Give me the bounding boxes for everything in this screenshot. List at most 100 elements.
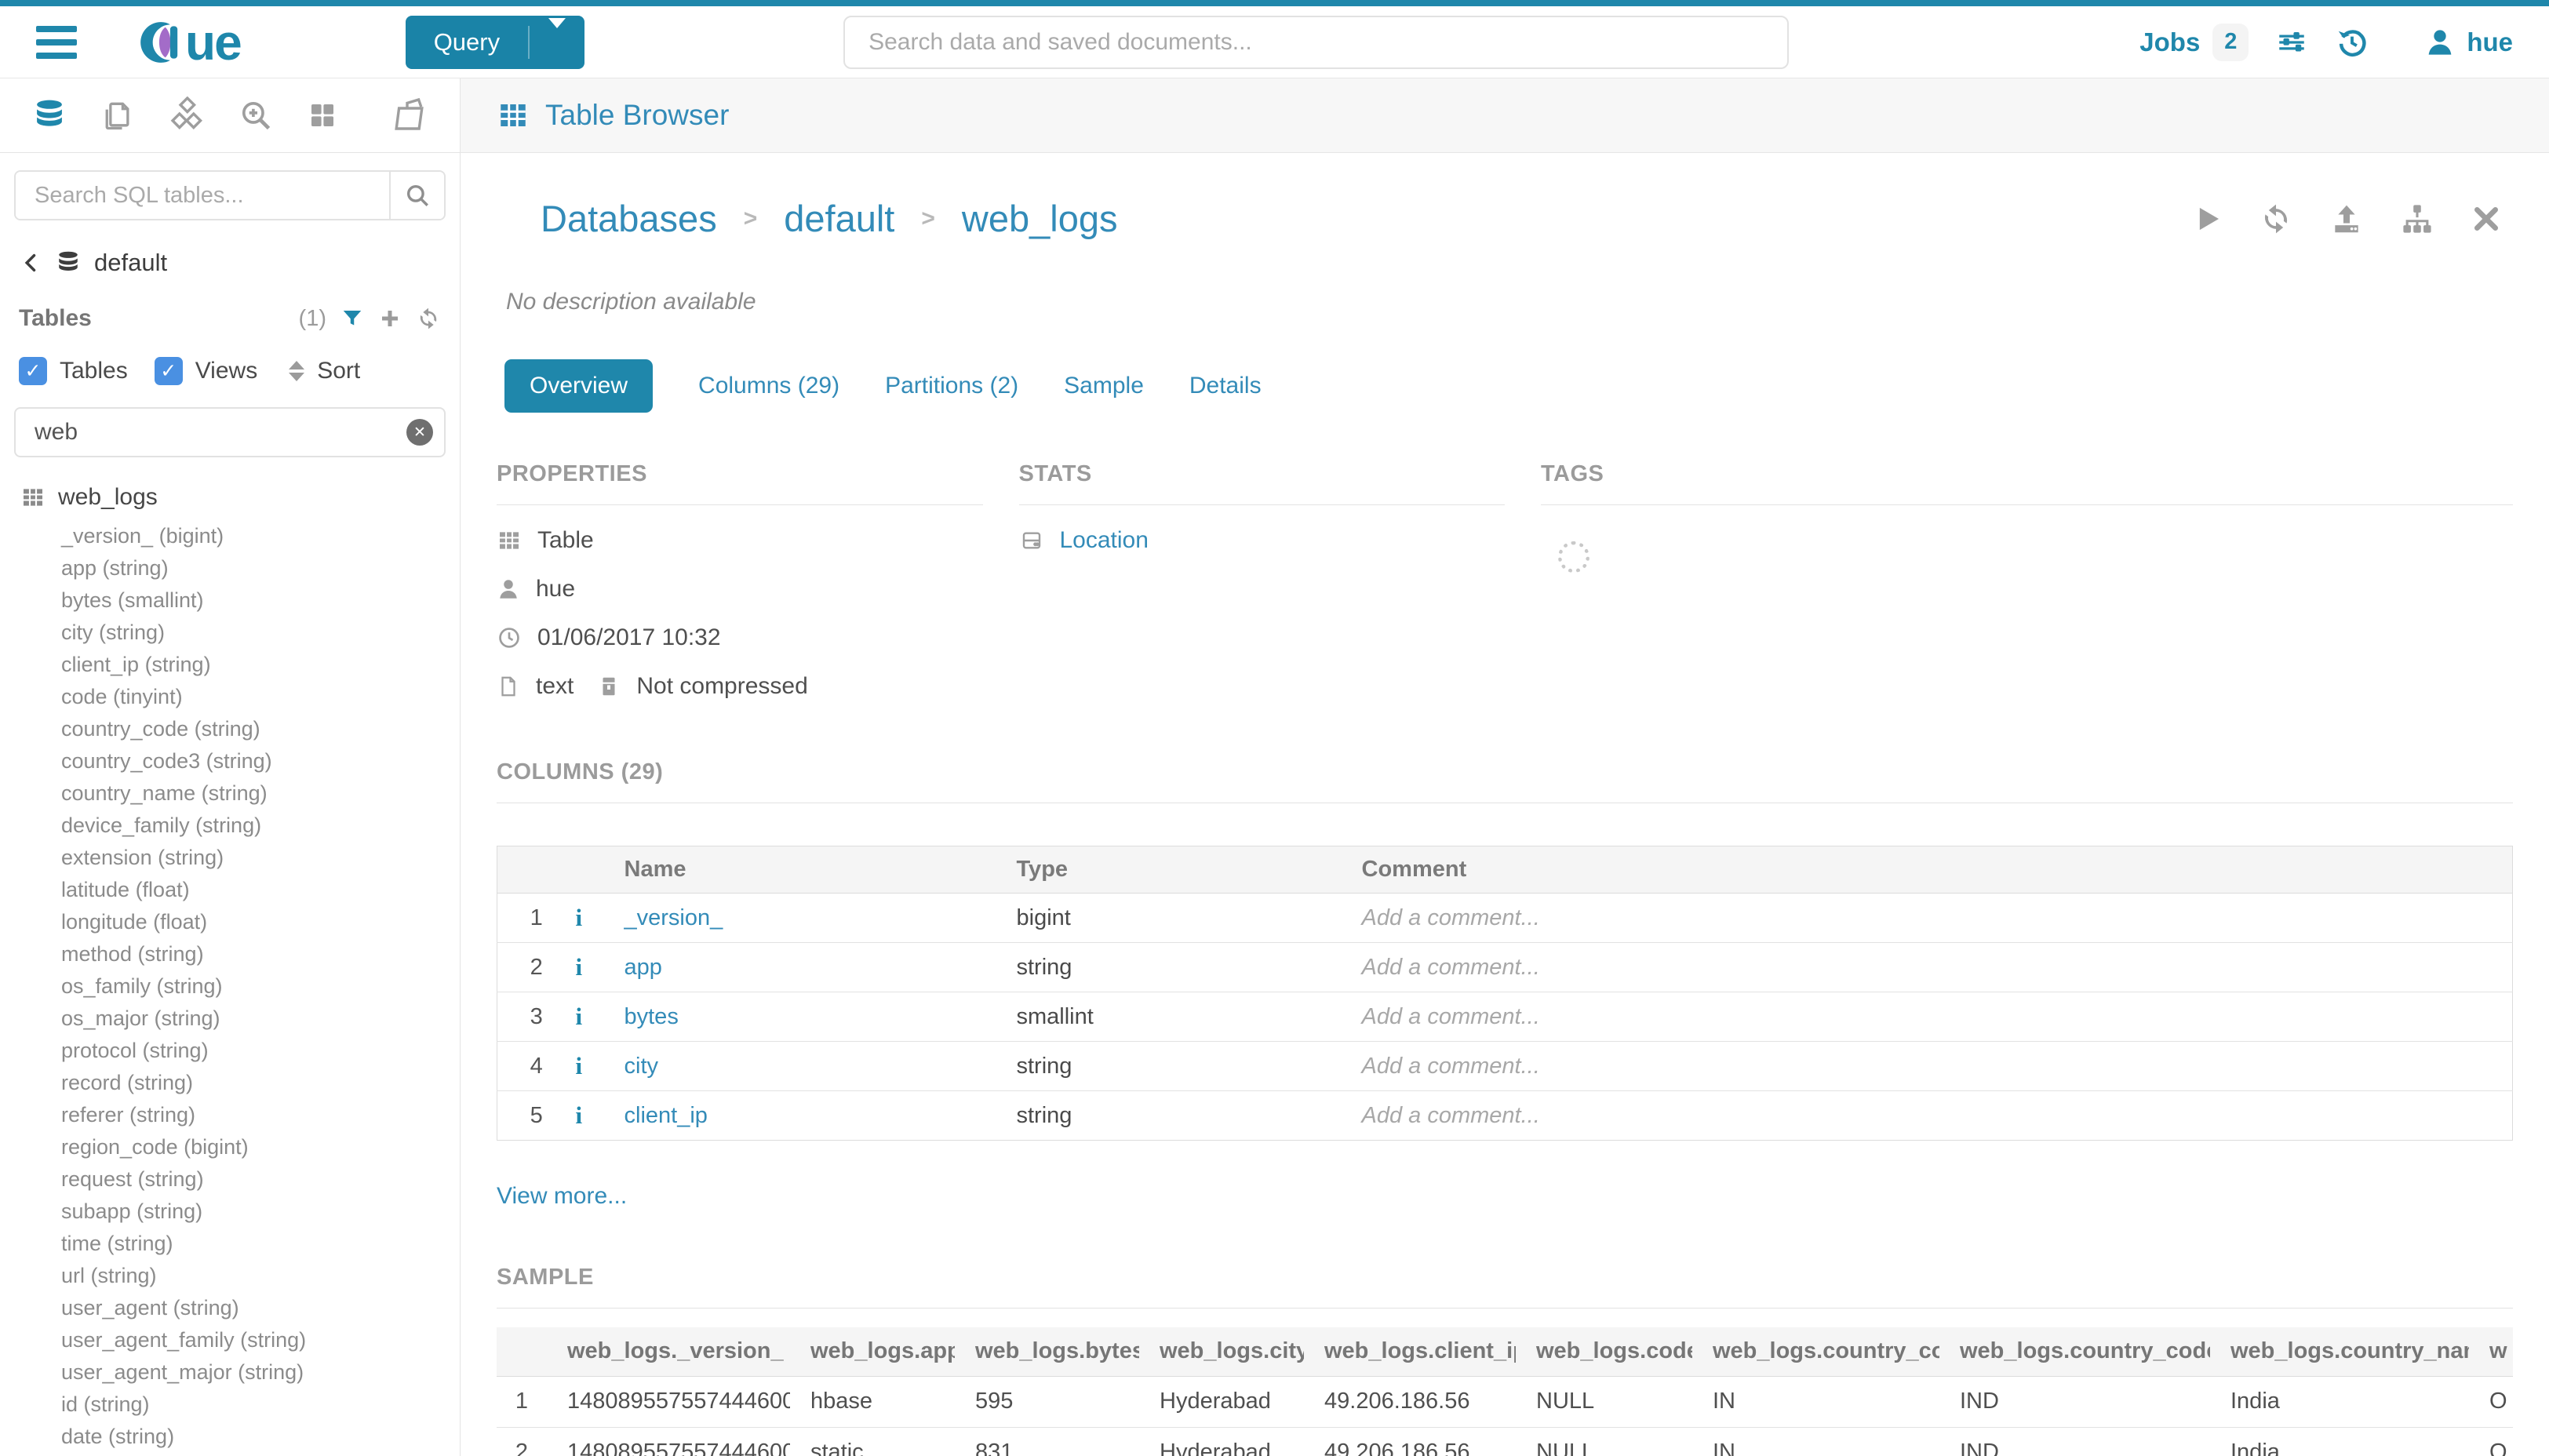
sidebar-column-item[interactable]: region_code (bigint) [14, 1131, 446, 1163]
hue-logo[interactable]: ue [137, 17, 241, 67]
documents-icon[interactable] [100, 98, 135, 133]
global-search-input[interactable] [843, 16, 1789, 69]
info-icon[interactable]: i [576, 1101, 583, 1129]
tables-checkbox[interactable]: ✓ [19, 357, 47, 385]
sidebar-column-item[interactable]: country_code3 (string) [14, 745, 446, 777]
view-more-link[interactable]: View more... [497, 1183, 627, 1210]
sidebar-column-item[interactable]: os_major (string) [14, 1003, 446, 1035]
views-checkbox[interactable]: ✓ [155, 357, 183, 385]
sidebar-column-item[interactable]: url (string) [14, 1260, 446, 1292]
sidebar-column-item[interactable]: user_agent (string) [14, 1292, 446, 1324]
column-name-link[interactable]: city [625, 1042, 1017, 1091]
sample-cell: NULL [1516, 1376, 1692, 1427]
sidebar-column-item[interactable]: code (tinyint) [14, 681, 446, 713]
sidebar-column-item[interactable]: _version_ (bigint) [14, 520, 446, 552]
sliders-icon[interactable] [2275, 26, 2308, 59]
filter-funnel-icon[interactable] [340, 307, 364, 330]
sidebar-column-item[interactable]: id (string) [14, 1389, 446, 1421]
zoom-in-icon[interactable] [239, 98, 273, 133]
query-dropdown-toggle[interactable] [530, 28, 584, 56]
sample-header-cell [497, 1327, 547, 1376]
refresh-icon[interactable] [416, 306, 441, 331]
sidebar-column-item[interactable]: os_family (string) [14, 970, 446, 1003]
tab-sample[interactable]: Sample [1064, 373, 1144, 399]
sidebar-column-item[interactable]: client_ip (string) [14, 649, 446, 681]
sidebar-column-item[interactable]: extension (string) [14, 842, 446, 874]
sidebar-column-item[interactable]: app (string) [14, 552, 446, 584]
breadcrumb-item[interactable]: web_logs [962, 197, 1118, 240]
upload-icon[interactable] [2329, 202, 2364, 236]
play-icon[interactable] [2191, 203, 2223, 235]
clear-filter-icon[interactable]: ✕ [406, 419, 433, 446]
jobs-link[interactable]: Jobs [2139, 27, 2200, 57]
column-name-link[interactable]: app [625, 943, 1017, 992]
info-icon[interactable]: i [576, 953, 583, 981]
column-comment-input[interactable]: Add a comment... [1362, 1091, 2513, 1141]
sidebar-column-item[interactable]: country_code (string) [14, 713, 446, 745]
apps-grid-icon[interactable] [306, 99, 339, 132]
column-comment-input[interactable]: Add a comment... [1362, 894, 2513, 943]
sidebar-column-item[interactable]: time (string) [14, 1228, 446, 1260]
folder-documents-icon[interactable] [391, 96, 428, 134]
breadcrumb-item[interactable]: Databases [541, 197, 717, 240]
column-index: 1 [497, 894, 576, 943]
sidebar-column-item[interactable]: bytes (smallint) [14, 584, 446, 617]
jobs-count-badge[interactable]: 2 [2212, 24, 2249, 61]
column-name-link[interactable]: client_ip [625, 1091, 1017, 1141]
column-type: bigint [1017, 894, 1362, 943]
sidebar-column-item[interactable]: record (string) [14, 1067, 446, 1099]
sidebar-column-item[interactable]: user_agent_family (string) [14, 1324, 446, 1356]
sidebar-column-item[interactable]: date (string) [14, 1421, 446, 1453]
search-icon[interactable] [389, 172, 444, 219]
info-icon[interactable]: i [576, 1003, 583, 1030]
sidebar-column-item[interactable]: referer (string) [14, 1099, 446, 1131]
info-icon[interactable]: i [576, 1052, 583, 1079]
sample-header-row: web_logs._version_web_logs.appweb_logs.b… [497, 1327, 2513, 1376]
menu-button[interactable] [36, 19, 77, 66]
sidebar-column-item[interactable]: city (string) [14, 617, 446, 649]
info-icon[interactable]: i [576, 904, 583, 931]
sidebar-column-item[interactable]: request (string) [14, 1163, 446, 1196]
breadcrumb-item[interactable]: default [784, 197, 894, 240]
sort-icon[interactable] [289, 361, 304, 381]
brand-top-line [0, 0, 2549, 6]
column-comment-input[interactable]: Add a comment... [1362, 992, 2513, 1042]
column-info-cell: i [576, 894, 625, 943]
close-icon[interactable] [2471, 203, 2502, 235]
cubes-icon[interactable] [168, 96, 206, 134]
sidebar-column-item[interactable]: country_name (string) [14, 777, 446, 810]
database-icon[interactable] [31, 97, 67, 133]
user-menu[interactable]: hue [2424, 27, 2513, 58]
sidebar-column-item[interactable]: latitude (float) [14, 874, 446, 906]
column-name-link[interactable]: _version_ [625, 894, 1017, 943]
navbar-right: Jobs 2 hue [2139, 24, 2513, 61]
location-link[interactable]: Location [1060, 527, 1149, 554]
sidebar-table-name: web_logs [58, 484, 158, 511]
property-entity-type: Table [497, 527, 983, 554]
sitemap-icon[interactable] [2400, 202, 2434, 236]
sql-table-search-input[interactable] [16, 172, 389, 219]
tab-partitions-2[interactable]: Partitions (2) [885, 373, 1018, 399]
database-breadcrumb[interactable]: default [20, 249, 446, 277]
table-filter-input[interactable] [14, 407, 446, 457]
columns-header-type: Type [1017, 846, 1362, 894]
sidebar-column-item[interactable]: method (string) [14, 938, 446, 970]
add-icon[interactable] [378, 307, 402, 330]
sidebar-column-item[interactable]: user_agent_major (string) [14, 1356, 446, 1389]
tab-overview[interactable]: Overview [504, 359, 653, 413]
sidebar-table-web-logs[interactable]: web_logs [20, 484, 446, 511]
sidebar-column-item[interactable]: subapp (string) [14, 1196, 446, 1228]
sidebar-column-item[interactable]: longitude (float) [14, 906, 446, 938]
top-navbar: ue Query Jobs 2 [0, 6, 2549, 78]
column-name-link[interactable]: bytes [625, 992, 1017, 1042]
sidebar-column-item[interactable]: device_family (string) [14, 810, 446, 842]
sidebar-column-item[interactable]: protocol (string) [14, 1035, 446, 1067]
tab-details[interactable]: Details [1189, 373, 1262, 399]
column-comment-input[interactable]: Add a comment... [1362, 1042, 2513, 1091]
history-icon[interactable] [2335, 25, 2369, 60]
sample-table: web_logs._version_web_logs.appweb_logs.b… [497, 1327, 2513, 1456]
column-comment-input[interactable]: Add a comment... [1362, 943, 2513, 992]
tab-columns-29[interactable]: Columns (29) [698, 373, 839, 399]
query-button[interactable]: Query [406, 16, 584, 69]
refresh-icon[interactable] [2259, 202, 2293, 236]
